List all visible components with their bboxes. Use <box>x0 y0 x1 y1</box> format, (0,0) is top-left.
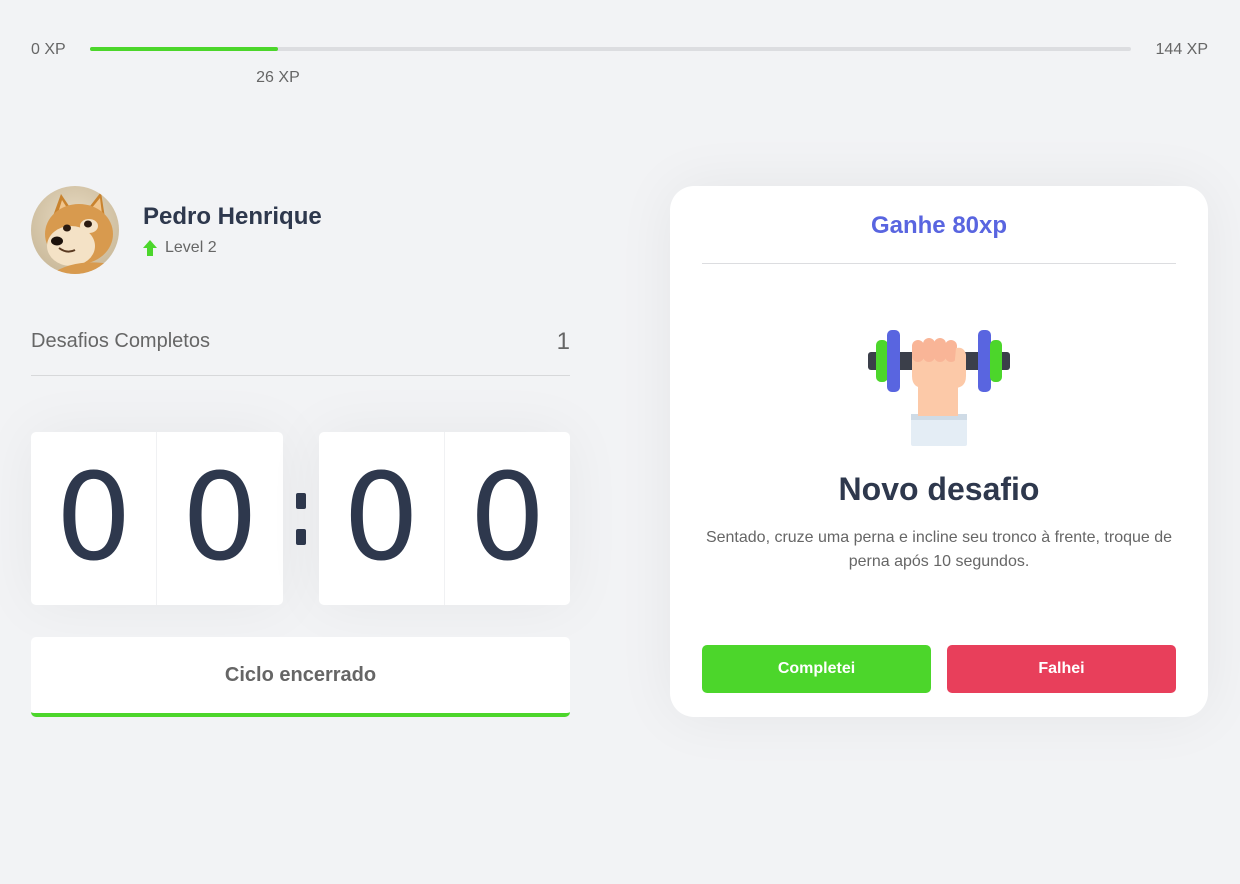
profile: Pedro Henrique Level 2 <box>31 186 322 274</box>
profile-info: Pedro Henrique Level 2 <box>143 203 322 257</box>
countdown-separator <box>283 492 319 545</box>
xp-min-label: 0 XP <box>31 41 66 58</box>
challenge-header: Ganhe 80xp <box>702 186 1176 264</box>
cycle-finished-button[interactable]: Ciclo encerrado <box>31 637 570 717</box>
challenge-reward: Ganhe 80xp <box>870 211 1008 239</box>
avatar <box>31 186 119 274</box>
minute-digit-left: 0 <box>31 432 158 605</box>
countdown-minutes: 0 0 <box>31 432 283 605</box>
level: Level 2 <box>143 239 322 257</box>
completed-challenges: Desafios Completos 1 <box>31 328 570 376</box>
xp-progress-fill <box>90 47 278 51</box>
dumbbell-hand-icon <box>868 330 1010 446</box>
countdown: 0 0 0 0 <box>31 432 570 605</box>
arrow-up-icon <box>143 240 157 256</box>
xp-current-label: 26 XP <box>256 69 300 86</box>
completed-challenges-count: 1 <box>556 328 570 355</box>
second-digit-right: 0 <box>469 448 546 588</box>
minute-digit-right: 0 <box>181 448 259 588</box>
experience-bar: 0 XP 26 XP 144 XP <box>31 38 1208 86</box>
challenge-card: Ganhe 80xp Novo desafio Sentado, cruze u… <box>670 186 1208 717</box>
xp-max-label: 144 XP <box>1155 41 1208 58</box>
challenge-actions: Completei Falhei <box>702 645 1176 693</box>
second-digit-left: 0 <box>319 432 445 605</box>
profile-name: Pedro Henrique <box>143 203 322 230</box>
countdown-seconds: 0 0 <box>318 432 570 605</box>
challenge-description: Sentado, cruze uma perna e incline seu t… <box>705 529 1173 570</box>
failed-button[interactable]: Falhei <box>947 645 1176 693</box>
completed-button[interactable]: Completei <box>702 645 931 693</box>
level-label: Level 2 <box>165 239 217 256</box>
challenge-title: Novo desafio <box>838 471 1040 507</box>
completed-challenges-label: Desafios Completos <box>31 330 210 352</box>
xp-track: 26 XP <box>90 47 1131 86</box>
